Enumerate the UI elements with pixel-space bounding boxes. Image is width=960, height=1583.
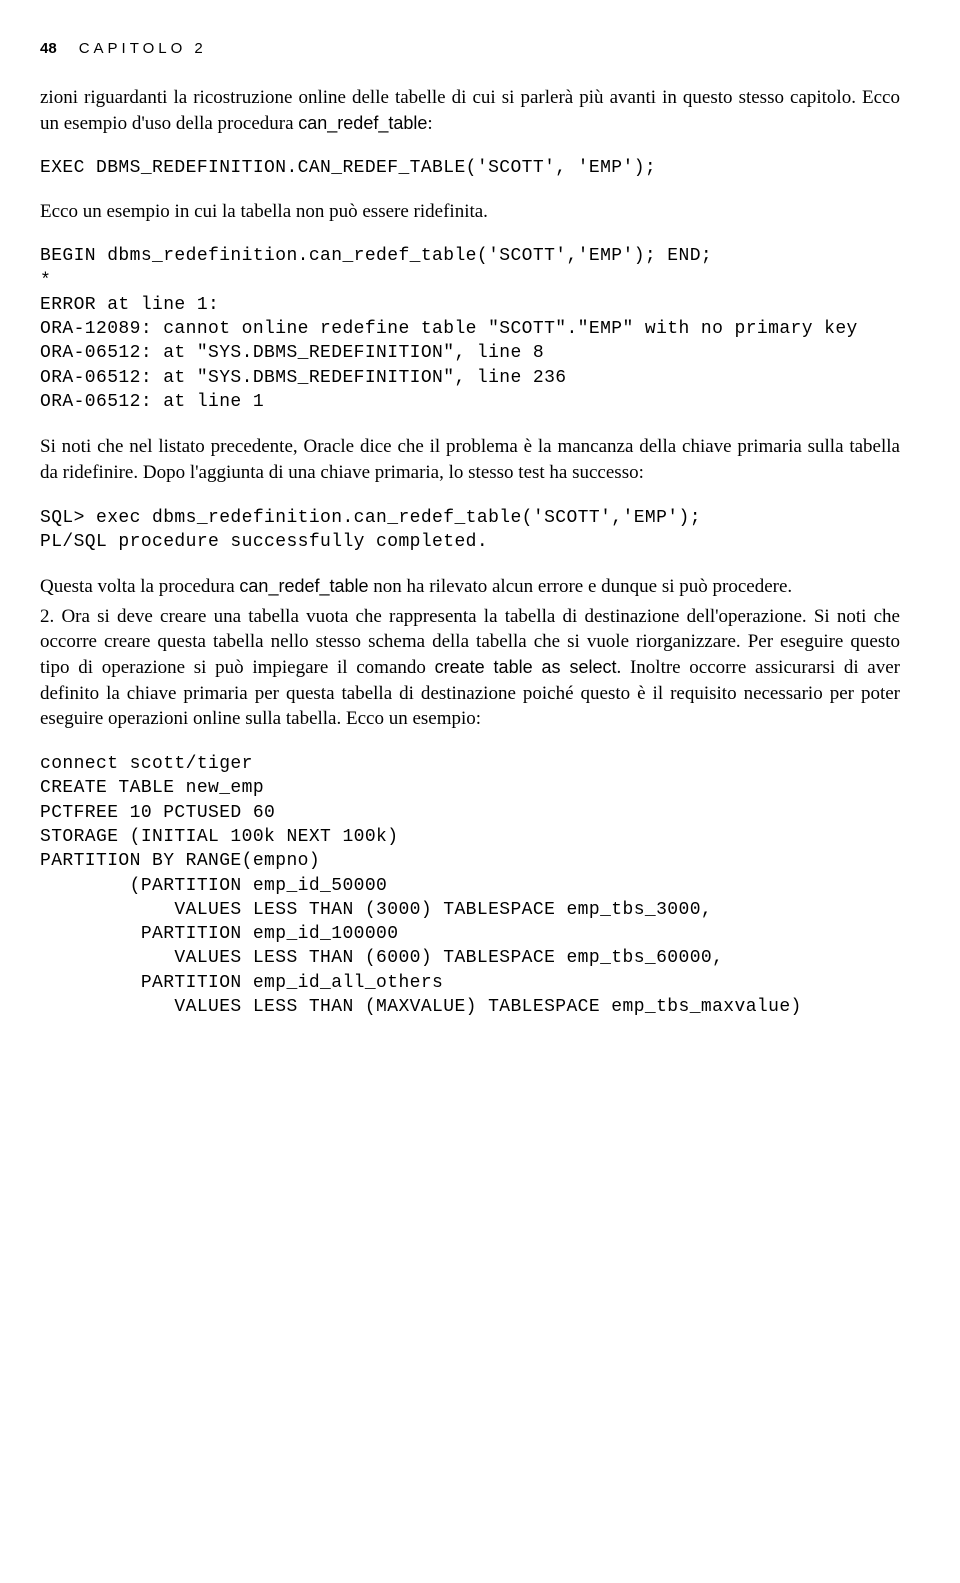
para1-text-suffix: :	[427, 113, 432, 134]
paragraph-5: 2. Ora si deve creare una tabella vuota …	[40, 604, 900, 732]
paragraph-3: Si noti che nel listato precedente, Orac…	[40, 434, 900, 485]
paragraph-2: Ecco un esempio in cui la tabella non pu…	[40, 199, 900, 225]
para1-text-prefix: zioni riguardanti la ricostruzione onlin…	[40, 87, 900, 134]
para4-text-suffix: non ha rilevato alcun errore e dunque si…	[369, 576, 793, 597]
page-number: 48	[40, 40, 57, 57]
code-block-2: BEGIN dbms_redefinition.can_redef_table(…	[40, 244, 900, 414]
paragraph-1: zioni riguardanti la ricostruzione onlin…	[40, 85, 900, 136]
inline-code-can-redef-table: can_redef_table	[298, 113, 427, 133]
inline-code-can-redef-table-2: can_redef_table	[239, 576, 368, 596]
chapter-label: CAPITOLO 2	[79, 40, 207, 57]
code-block-3: SQL> exec dbms_redefinition.can_redef_ta…	[40, 506, 900, 555]
paragraph-4: Questa volta la procedura can_redef_tabl…	[40, 574, 900, 600]
page-header: 48 CAPITOLO 2	[40, 40, 900, 57]
para4-text-prefix: Questa volta la procedura	[40, 576, 239, 597]
code-block-1: EXEC DBMS_REDEFINITION.CAN_REDEF_TABLE('…	[40, 156, 900, 180]
inline-code-create-table: create table as select	[435, 657, 617, 677]
code-block-4: connect scott/tiger CREATE TABLE new_emp…	[40, 752, 900, 1019]
